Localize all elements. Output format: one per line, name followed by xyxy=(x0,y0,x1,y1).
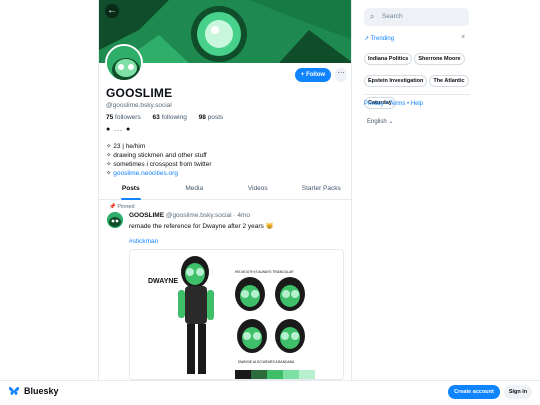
followers-count: 75 xyxy=(106,114,114,121)
palette-swatch xyxy=(267,370,283,379)
search-placeholder: Search xyxy=(382,13,403,20)
posts-label: posts xyxy=(207,114,224,121)
back-button[interactable]: ← xyxy=(105,4,119,18)
sidebar-divider xyxy=(364,94,470,95)
bluesky-logo[interactable]: Bluesky xyxy=(8,386,59,396)
character-reference-art: DWAYNE HIS MOUTH IS ALWAYS TRIANGULAR DW… xyxy=(130,250,343,379)
profile-stats: 75 followers 63 following 98 posts xyxy=(106,114,233,121)
search-box[interactable]: ⌕ Search xyxy=(364,8,469,26)
trending-label: Trending xyxy=(370,36,395,42)
pinned-indicator: 📌 Pinned xyxy=(109,204,135,210)
profile-tabs: Posts Media Videos Starter Packs xyxy=(99,182,352,200)
sign-in-button[interactable]: Sign in xyxy=(504,385,532,399)
following-label: following xyxy=(161,114,187,121)
palette-swatch xyxy=(251,370,267,379)
more-options-button[interactable]: ⋯ xyxy=(335,68,347,82)
tab-videos[interactable]: Videos xyxy=(226,182,290,199)
profile-column: ← + Follow ⋯ GOOSLIME @gooslime.bsky.soc… xyxy=(98,0,352,380)
palette-swatch xyxy=(299,370,315,379)
palette-swatch xyxy=(283,370,299,379)
post-age[interactable]: · 4mo xyxy=(233,212,250,219)
post-avatar-art xyxy=(107,212,123,228)
profile-handle: @gooslime.bsky.social xyxy=(106,102,172,109)
footer-links[interactable]: Privacy • Terms • Help xyxy=(364,101,423,107)
language-selector[interactable]: English ⌄ xyxy=(367,118,393,125)
palette-swatch xyxy=(235,370,251,379)
tab-starter-packs[interactable]: Starter Packs xyxy=(290,182,352,199)
bio-line: ✧ drawing stickmen and other stuff xyxy=(106,152,207,159)
bio-line: ✧ sometimes i crosspost from twitter xyxy=(106,161,212,168)
posts-count: 98 xyxy=(198,114,206,121)
post-image[interactable]: DWAYNE HIS MOUTH IS ALWAYS TRIANGULAR DW… xyxy=(129,249,344,380)
pinned-label: Pinned xyxy=(117,204,135,210)
bandana-note: DWAYNE ALSO WEARS A BANDANA xyxy=(238,360,295,364)
following-stat[interactable]: 63 following xyxy=(153,114,192,121)
trending-chip[interactable]: Sherrone Moore xyxy=(414,53,465,65)
butterfly-icon xyxy=(9,387,19,395)
pin-icon: 📌 xyxy=(109,204,116,210)
color-palette xyxy=(235,370,315,379)
trending-chip[interactable]: The Atlantic xyxy=(429,75,469,87)
profile-avatar[interactable] xyxy=(105,44,143,82)
trending-chip[interactable]: Epstein Investigation xyxy=(364,75,428,87)
page: ← + Follow ⋯ GOOSLIME @gooslime.bsky.soc… xyxy=(0,0,540,405)
trending-chip[interactable]: Indiana Politics xyxy=(364,53,413,65)
bio-website-link[interactable]: gooslime.neocities.org xyxy=(113,170,178,177)
posts-stat: 98 posts xyxy=(199,114,229,121)
language-label: English xyxy=(367,119,387,125)
brand-name: Bluesky xyxy=(24,386,59,396)
mouth-note: HIS MOUTH IS ALWAYS TRIANGULAR xyxy=(235,270,294,274)
tab-posts[interactable]: Posts xyxy=(99,182,163,200)
chevron-down-icon: ⌄ xyxy=(388,119,394,125)
create-account-button[interactable]: Create account xyxy=(448,385,500,399)
bio-line: ✧ 23 | he/him xyxy=(106,143,146,150)
character-name-label: DWAYNE xyxy=(148,278,178,285)
profile-name: GOOSLIME xyxy=(106,86,173,100)
post-text: remade the reference for Dwayne after 2 … xyxy=(129,223,274,230)
bio-link-line: ✧ gooslime.neocities.org xyxy=(106,169,212,178)
trending-header: ↗ Trending xyxy=(364,35,468,42)
follow-button[interactable]: + Follow xyxy=(295,68,331,82)
bio-dots: ● ... ● xyxy=(106,126,132,133)
post-author-handle[interactable]: @gooslime.bsky.social xyxy=(166,212,232,219)
post-author-name[interactable]: GOOSLIME xyxy=(129,212,164,219)
tab-media[interactable]: Media xyxy=(163,182,227,199)
post-header: GOOSLIME @gooslime.bsky.social · 4mo xyxy=(129,212,250,219)
followers-label: followers xyxy=(115,114,141,121)
avatar-art xyxy=(107,46,141,80)
close-trending-button[interactable]: × xyxy=(461,34,465,41)
left-gutter xyxy=(0,0,98,380)
post-author-avatar[interactable] xyxy=(107,212,123,228)
trending-icon: ↗ xyxy=(364,36,370,42)
following-count: 63 xyxy=(152,114,160,121)
right-sidebar: ⌕ Search ↗ Trending × Indiana Politics Sh… xyxy=(352,0,540,380)
post-hashtag[interactable]: #stickman xyxy=(129,238,158,245)
followers-stat[interactable]: 75 followers xyxy=(106,114,146,121)
search-icon: ⌕ xyxy=(370,12,375,21)
profile-bio: ✧ 23 | he/him ✧ drawing stickmen and oth… xyxy=(106,142,212,178)
